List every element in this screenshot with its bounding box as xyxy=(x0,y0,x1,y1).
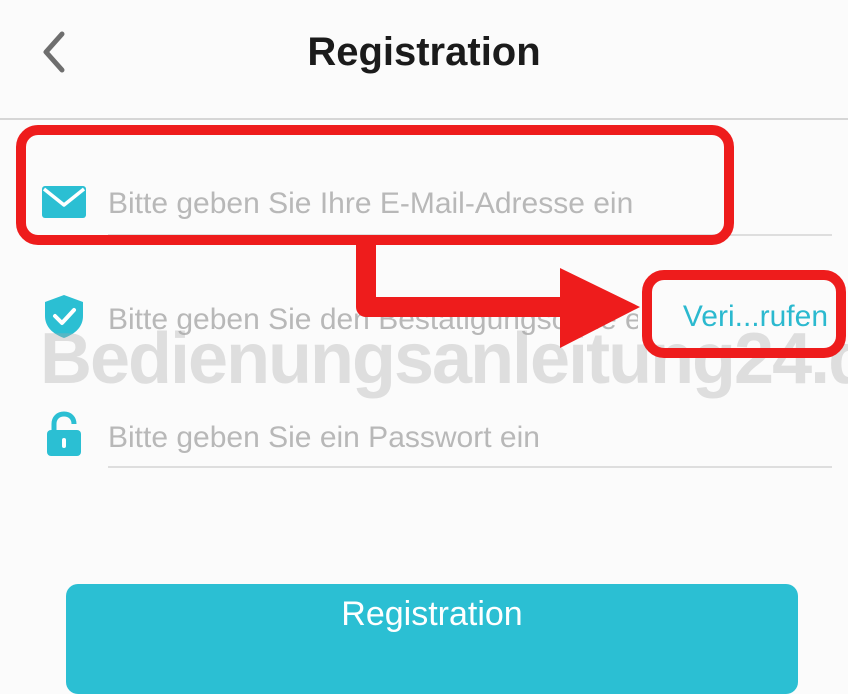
mail-icon xyxy=(42,186,86,218)
registration-button[interactable]: Registration xyxy=(66,584,798,694)
code-input[interactable] xyxy=(108,298,638,342)
lock-icon xyxy=(47,411,81,456)
password-field[interactable] xyxy=(36,404,832,474)
header-divider xyxy=(0,118,848,120)
email-field[interactable] xyxy=(36,170,832,240)
password-input[interactable] xyxy=(108,416,808,460)
header-bar: Registration xyxy=(0,0,848,118)
email-input[interactable] xyxy=(108,182,808,226)
shield-check-icon xyxy=(45,295,83,338)
page-title: Registration xyxy=(307,30,541,74)
request-code-link[interactable]: Veri...rufen xyxy=(683,300,828,334)
email-underline xyxy=(108,234,832,236)
password-underline xyxy=(108,466,832,468)
